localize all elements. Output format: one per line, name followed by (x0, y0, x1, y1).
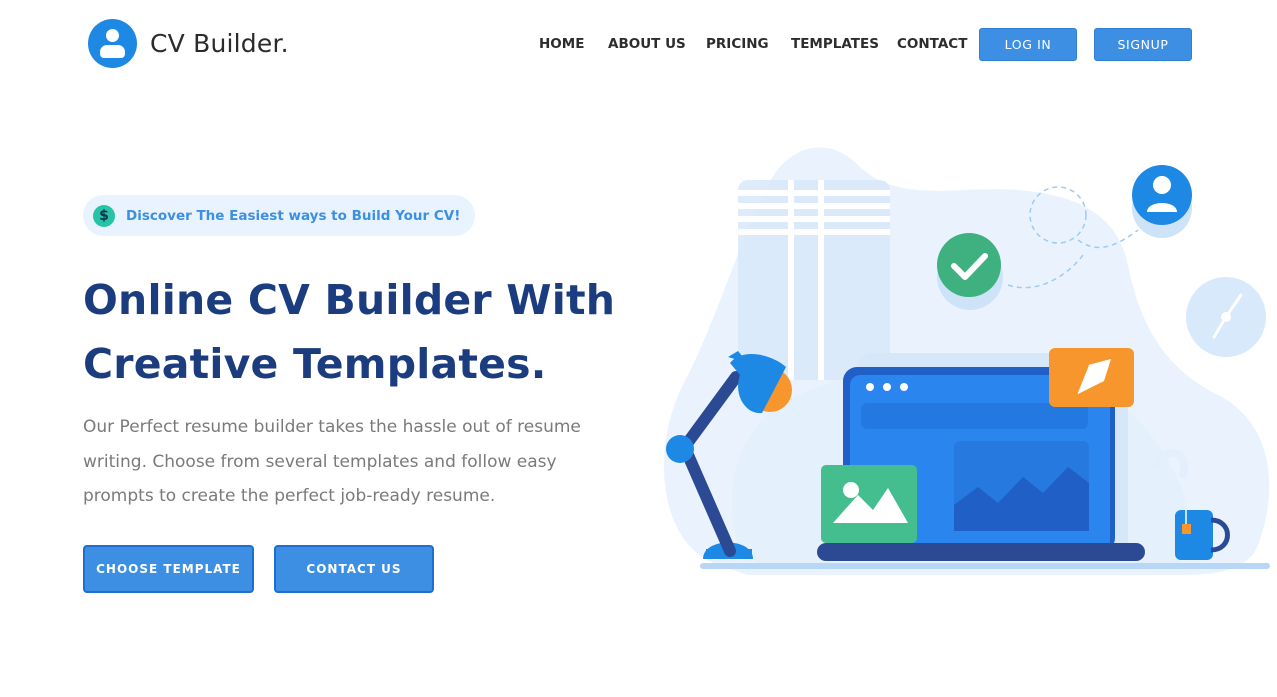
choose-template-button[interactable]: CHOOSE TEMPLATE (83, 545, 254, 593)
image-icon (821, 465, 917, 543)
nav-item-about-us[interactable]: ABOUT US (608, 36, 686, 52)
user-icon (88, 19, 137, 68)
hero-title-line-2: Creative Templates. (83, 340, 547, 388)
user-circle-icon (1132, 165, 1192, 238)
hero-description: Our Perfect resume builder takes the has… (83, 417, 581, 506)
clock-icon (1186, 277, 1266, 357)
nav-item-pricing[interactable]: PRICING (706, 36, 769, 52)
send-icon (1049, 348, 1134, 407)
brand-name: CV Builder. (150, 29, 289, 58)
nav-item-templates[interactable]: TEMPLATES (791, 36, 879, 52)
desk-line (700, 563, 1270, 569)
hero-title-line-1: Online CV Builder With (83, 276, 616, 324)
login-button[interactable]: LOG IN (979, 28, 1077, 61)
hero-badge: $ Discover The Easiest ways to Build You… (83, 195, 475, 236)
site-header: CV Builder. HOME ABOUT US PRICING TEMPLA… (0, 0, 1277, 90)
nav-item-home[interactable]: HOME (539, 36, 584, 52)
contact-us-button[interactable]: CONTACT US (274, 545, 434, 593)
signup-button[interactable]: SIGNUP (1094, 28, 1192, 61)
check-circle-icon (937, 233, 1003, 310)
hero-illustration (664, 147, 1270, 575)
dollar-icon: $ (93, 204, 115, 227)
nav-item-contact[interactable]: CONTACT (897, 36, 967, 52)
brand-logo[interactable]: CV Builder. (88, 19, 289, 68)
document-icon (738, 180, 890, 380)
hero-title: Online CV Builder With Creative Template… (83, 268, 643, 396)
hero-badge-text: Discover The Easiest ways to Build Your … (126, 207, 461, 224)
